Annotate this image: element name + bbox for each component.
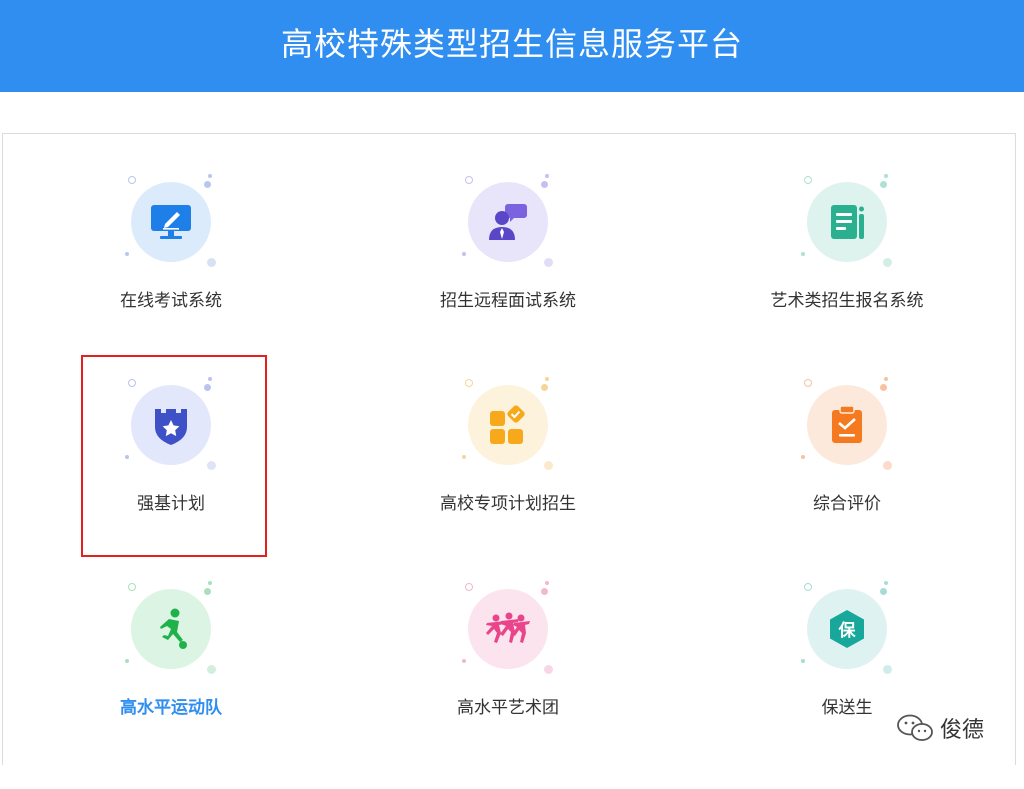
- tile-art-registration[interactable]: 艺术类招生报名系统: [752, 174, 942, 382]
- art-registration-icon: [807, 182, 887, 262]
- tile-high-level-art-troupe[interactable]: 高水平艺术团: [413, 581, 603, 789]
- tile-comprehensive-evaluation[interactable]: 综合评价: [752, 377, 942, 585]
- hexagon-badge-icon: 保: [807, 589, 887, 669]
- watermark: 俊德: [896, 712, 984, 744]
- wechat-icon: [897, 714, 933, 741]
- dancers-icon: [468, 589, 548, 669]
- tile-label: 高水平艺术团: [457, 698, 559, 718]
- tile-label: 高水平运动队: [120, 698, 222, 718]
- tile-online-exam[interactable]: 在线考试系统: [76, 174, 266, 382]
- remote-interview-icon: [468, 182, 548, 262]
- tile-special-plan[interactable]: 高校专项计划招生: [413, 377, 603, 585]
- grid-apps-icon: [468, 385, 548, 465]
- tile-label: 招生远程面试系统: [440, 291, 576, 311]
- hexagon-badge-text: 保: [838, 620, 857, 641]
- tile-label: 艺术类招生报名系统: [770, 291, 924, 311]
- page-title: 高校特殊类型招生信息服务平台: [280, 25, 743, 63]
- tile-recommended-admission[interactable]: 保 保送生: [752, 581, 942, 789]
- tile-label: 强基计划: [137, 494, 205, 514]
- tile-high-level-sports[interactable]: 高水平运动队: [76, 581, 266, 789]
- tile-strong-foundation[interactable]: 强基计划: [76, 377, 266, 585]
- header-bar: 高校特殊类型招生信息服务平台: [0, 0, 1024, 92]
- online-exam-icon: [131, 182, 211, 262]
- tile-label: 高校专项计划招生: [440, 494, 576, 514]
- clipboard-check-icon: [807, 385, 887, 465]
- tile-label: 在线考试系统: [120, 291, 222, 311]
- watermark-text: 俊德: [940, 718, 985, 743]
- shield-star-icon: [131, 385, 211, 465]
- soccer-player-icon: [131, 589, 211, 669]
- tile-remote-interview[interactable]: 招生远程面试系统: [413, 174, 603, 382]
- tile-label: 综合评价: [813, 494, 881, 514]
